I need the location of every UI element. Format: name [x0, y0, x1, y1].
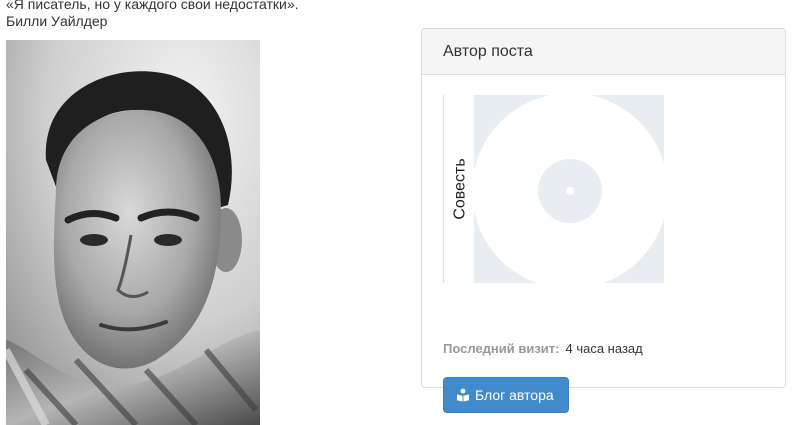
author-card: Совесть: [443, 95, 665, 283]
page: «Я писатель, но у каждого свои недостатк…: [0, 0, 800, 425]
blog-button-label: Блог автора: [475, 387, 554, 403]
author-name[interactable]: Совесть: [450, 95, 472, 283]
avatar[interactable]: [474, 95, 664, 283]
panel-title: Автор поста: [443, 42, 533, 60]
author-panel: Автор поста Совесть Последний визит: 4 ча: [421, 28, 786, 413]
user-book-icon: [456, 388, 470, 402]
author-name-label: Совесть: [452, 158, 469, 220]
panel-heading: Автор поста: [422, 29, 785, 75]
last-visit-label: Последний визит:: [443, 341, 560, 356]
author-photo: [6, 40, 260, 425]
last-visit: Последний визит: 4 часа назад: [443, 341, 643, 356]
post-quote: «Я писатель, но у каждого свои недостатк…: [6, 0, 299, 29]
last-visit-value: 4 часа назад: [565, 341, 643, 356]
author-blog-button[interactable]: Блог автора: [443, 377, 569, 413]
